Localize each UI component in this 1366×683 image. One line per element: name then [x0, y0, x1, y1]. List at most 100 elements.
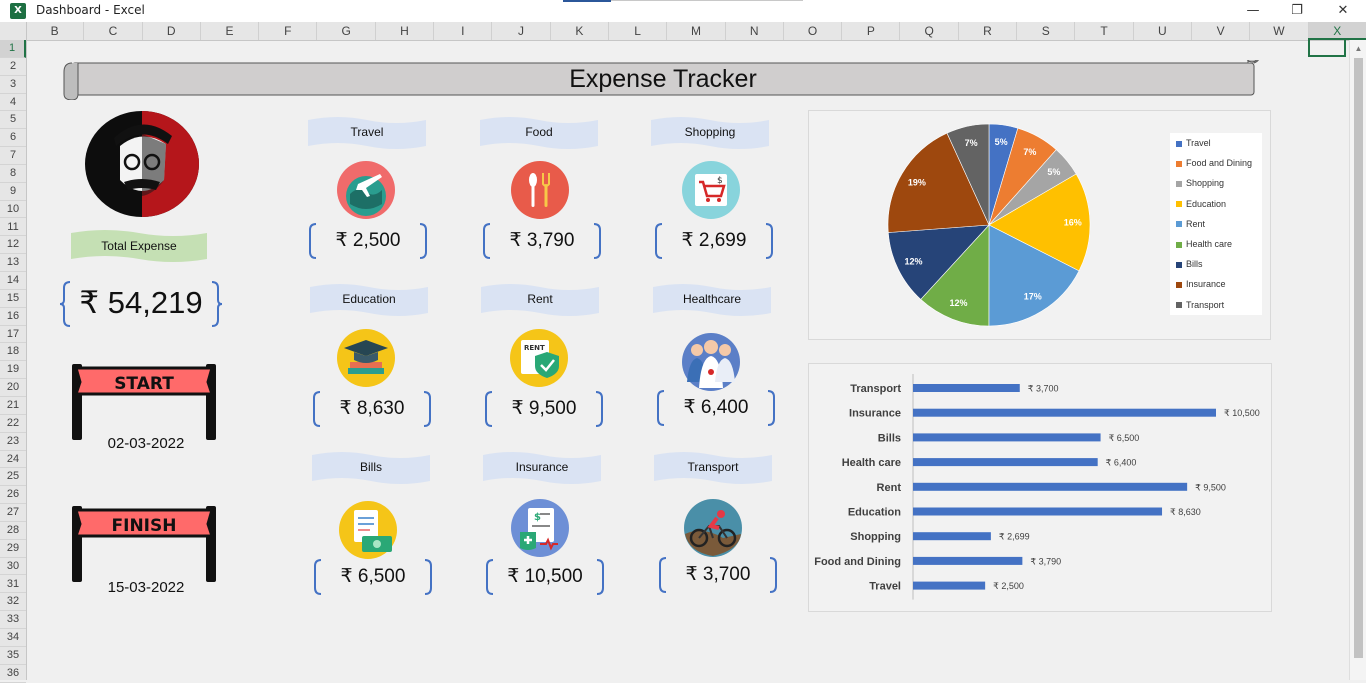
column-header-b[interactable]: B — [26, 22, 85, 40]
column-header-k[interactable]: K — [551, 22, 609, 40]
column-header-q[interactable]: Q — [901, 22, 959, 40]
bar-category-label: Health care — [842, 457, 901, 469]
category-label-education: Education — [310, 283, 428, 319]
amount-bills: ₹ 6,500 — [313, 558, 433, 596]
column-header-o[interactable]: O — [784, 22, 843, 40]
amount-text: ₹ 10,500 — [507, 566, 583, 587]
bar-category-label: Travel — [869, 581, 901, 593]
bar-bills[interactable] — [913, 433, 1101, 442]
row-header-6[interactable]: 6 — [0, 129, 26, 148]
legend-item: Transport — [1176, 298, 1224, 312]
row-header-21[interactable]: 21 — [0, 397, 26, 415]
row-header-5[interactable]: 5 — [0, 111, 26, 130]
column-header-c[interactable]: C — [84, 22, 143, 40]
row-header-30[interactable]: 30 — [0, 558, 26, 576]
category-label-text: Transport — [687, 460, 739, 474]
select-all-corner[interactable] — [0, 22, 27, 40]
row-header-2[interactable]: 2 — [0, 58, 26, 76]
row-header-7[interactable]: 7 — [0, 147, 26, 165]
scroll-up-arrow-icon[interactable]: ▲ — [1350, 40, 1366, 57]
column-header-j[interactable]: J — [492, 22, 551, 40]
row-header-13[interactable]: 13 — [0, 254, 26, 273]
row-header-9[interactable]: 9 — [0, 183, 26, 201]
column-header-r[interactable]: R — [959, 22, 1018, 40]
category-label-shopping: Shopping — [651, 116, 769, 152]
restore-button[interactable]: ❐ — [1274, 0, 1320, 22]
total-expense-amount: ₹ 54,219 — [79, 285, 203, 320]
column-header-s[interactable]: S — [1017, 22, 1076, 40]
row-header-34[interactable]: 34 — [0, 629, 26, 647]
row-header-11[interactable]: 11 — [0, 219, 26, 237]
bar-rent[interactable] — [913, 482, 1188, 491]
amount-text: ₹ 6,500 — [340, 566, 406, 587]
column-header-n[interactable]: N — [726, 22, 784, 40]
bar-education[interactable] — [913, 507, 1163, 516]
legend-label: Transport — [1186, 299, 1225, 310]
row-header-23[interactable]: 23 — [0, 433, 26, 451]
bar-category-label: Food and Dining — [814, 556, 901, 568]
row-header-26[interactable]: 26 — [0, 486, 26, 505]
row-header-4[interactable]: 4 — [0, 94, 26, 112]
vertical-scrollbar[interactable]: ▲ — [1349, 40, 1366, 680]
row-header-10[interactable]: 10 — [0, 201, 26, 219]
column-header-v[interactable]: V — [1192, 22, 1251, 40]
row-header-8[interactable]: 8 — [0, 165, 26, 183]
row-header-20[interactable]: 20 — [0, 379, 26, 397]
row-header-24[interactable]: 24 — [0, 451, 26, 469]
column-header-u[interactable]: U — [1134, 22, 1192, 40]
bar-data-label: ₹ 6,500 — [1109, 433, 1140, 443]
row-header-35[interactable]: 35 — [0, 647, 26, 665]
column-header-e[interactable]: E — [201, 22, 260, 40]
row-header-28[interactable]: 28 — [0, 522, 26, 540]
pie-data-label: 7% — [965, 138, 978, 148]
row-header-31[interactable]: 31 — [0, 576, 26, 594]
row-header-27[interactable]: 27 — [0, 504, 26, 522]
row-header-bar: 1 2 3 4 5 6 7 8 9 10 11 12 13 14 15 16 17 18 19 20 21 22 23 24 2… — [0, 40, 27, 683]
legend-label: Rent — [1186, 218, 1206, 229]
column-header-m[interactable]: M — [667, 22, 726, 40]
row-header-22[interactable]: 22 — [0, 415, 26, 433]
row-header-3[interactable]: 3 — [0, 76, 26, 94]
row-header-32[interactable]: 32 — [0, 593, 26, 612]
column-header-t[interactable]: T — [1075, 22, 1134, 40]
column-header-d[interactable]: D — [143, 22, 201, 40]
bar-shopping[interactable] — [913, 532, 991, 541]
row-header-29[interactable]: 29 — [0, 540, 26, 558]
amount-food: ₹ 3,790 — [482, 222, 602, 260]
column-header-p[interactable]: P — [842, 22, 901, 40]
bar-health-care[interactable] — [913, 458, 1098, 467]
row-header-1[interactable]: 1 — [0, 40, 26, 58]
column-header-g[interactable]: G — [318, 22, 376, 40]
legend-label: Health care — [1186, 239, 1233, 249]
row-header-12[interactable]: 12 — [0, 236, 26, 255]
legend-swatch — [1176, 302, 1182, 309]
column-header-w[interactable]: W — [1250, 22, 1309, 40]
legend-swatch — [1176, 181, 1182, 188]
row-header-14[interactable]: 14 — [0, 272, 26, 290]
column-header-l[interactable]: L — [609, 22, 668, 40]
minimize-button[interactable]: — — [1230, 0, 1276, 22]
row-header-18[interactable]: 18 — [0, 343, 26, 362]
legend-label: Shopping — [1186, 178, 1225, 189]
legend-label: Travel — [1186, 138, 1211, 148]
row-header-15[interactable]: 15 — [0, 290, 26, 308]
scrollbar-thumb[interactable] — [1354, 58, 1363, 658]
bar-transport[interactable] — [913, 384, 1020, 392]
row-header-19[interactable]: 19 — [0, 361, 26, 380]
bar-insurance[interactable] — [913, 408, 1216, 417]
bar-travel[interactable] — [913, 581, 986, 590]
column-header-i[interactable]: I — [434, 22, 493, 40]
legend-swatch — [1176, 221, 1182, 228]
bar-food-and-dining[interactable] — [913, 556, 1023, 565]
row-header-25[interactable]: 25 — [0, 468, 26, 487]
row-header-33[interactable]: 33 — [0, 611, 26, 630]
column-header-f[interactable]: F — [259, 22, 318, 40]
row-header-17[interactable]: 17 — [0, 326, 26, 344]
active-cell-selection[interactable] — [1308, 38, 1346, 57]
row-header-16[interactable]: 16 — [0, 308, 26, 326]
legend-item: Health care — [1176, 237, 1232, 251]
column-header-h[interactable]: H — [376, 22, 435, 40]
bar-chart[interactable]: Transport ₹ 3,700 Insurance ₹ 10,500 Bills ₹ … — [808, 363, 1270, 611]
ribbon-tab-divider — [611, 0, 803, 1]
close-button[interactable]: ✕ — [1320, 0, 1366, 22]
